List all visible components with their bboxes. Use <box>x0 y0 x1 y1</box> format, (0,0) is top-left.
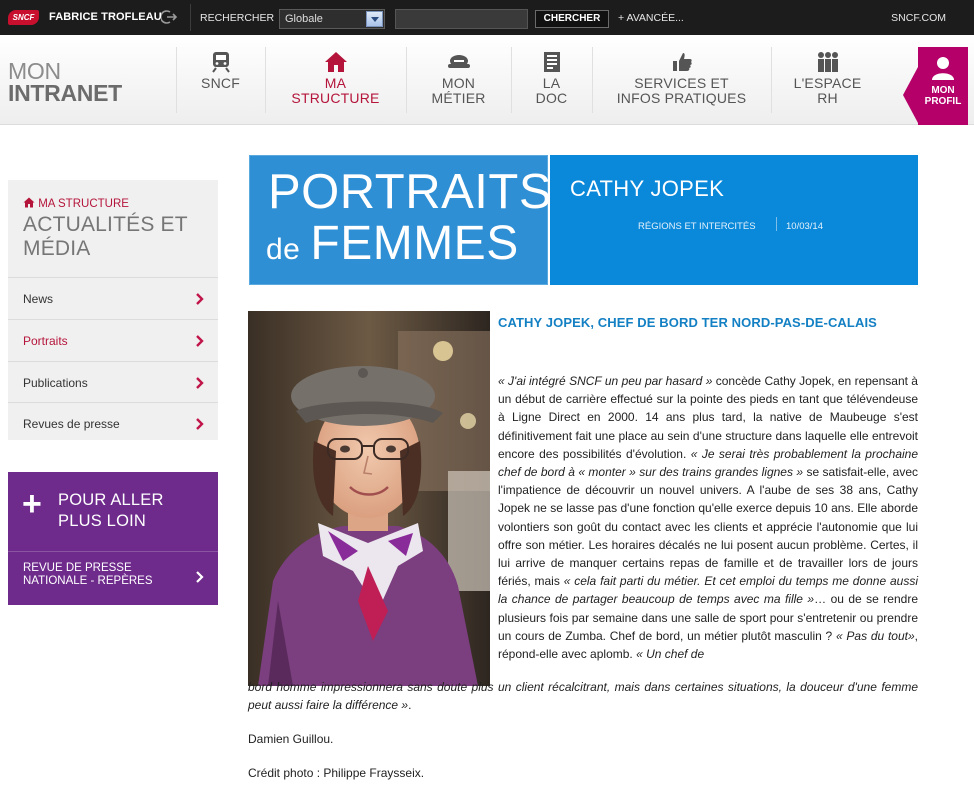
nav-label: L'ESPACE <box>793 75 862 91</box>
search-label: RECHERCHER <box>200 12 275 24</box>
home-icon <box>23 197 35 208</box>
nav-item-mon-metier[interactable]: MON MÉTIER <box>406 47 510 113</box>
sidebar-item-news[interactable]: News <box>8 277 218 319</box>
banner-title-small: de <box>266 233 301 266</box>
promo-title: POUR ALLER PLUS LOIN <box>58 490 164 532</box>
nav-label-2: MÉTIER <box>431 90 486 106</box>
user-name[interactable]: FABRICE TROFLEAU <box>49 11 162 23</box>
section-title-line-2: MÉDIA <box>23 237 91 260</box>
chevron-down-icon[interactable] <box>366 11 383 27</box>
section-title-line-1: ACTUALITÉS ET <box>23 213 188 236</box>
sidebar-item-publications[interactable]: Publications <box>8 361 218 403</box>
article-paragraph: « J'ai intégré SNCF un peu par hasard » … <box>498 372 918 663</box>
train-icon <box>211 52 230 73</box>
nav-item-la-doc[interactable]: LA DOC <box>511 47 591 113</box>
sncf-logo[interactable]: SNCF <box>8 10 39 25</box>
article-person-name: CATHY JOPEK <box>570 176 725 201</box>
search-scope-select[interactable]: Globale <box>279 9 385 29</box>
promo-title-line-1: POUR ALLER <box>58 491 164 509</box>
sidebar-item-portraits[interactable]: Portraits <box>8 319 218 361</box>
promo-link-line-2: NATIONALE - REPÈRES <box>23 575 153 587</box>
divider <box>190 4 191 31</box>
main-nav: MON INTRANET SNCF MA STRUCTURE MON MÉTIE… <box>0 35 974 125</box>
brand-line-2: INTRANET <box>8 80 122 106</box>
article-body-continued: bord homme impressionnera sans doute plu… <box>248 678 918 714</box>
promo-title-line-2: PLUS LOIN <box>58 512 146 530</box>
nav-label: LA <box>542 75 561 91</box>
body-text: . <box>408 698 412 713</box>
logout-icon[interactable] <box>161 8 177 26</box>
portraits-banner: PORTRAITS de FEMMES <box>249 155 552 285</box>
banner-title-line-2: de FEMMES <box>266 218 519 276</box>
divider <box>776 217 777 231</box>
search-button[interactable]: CHERCHER <box>535 10 609 28</box>
home-icon <box>324 52 347 72</box>
sncf-com-link[interactable]: SNCF.COM <box>891 12 946 24</box>
sidebar-item-revues[interactable]: Revues de presse <box>8 402 218 444</box>
photo-credit: Crédit photo : Philippe Fraysseix. <box>248 766 425 780</box>
cap-icon <box>447 55 470 68</box>
top-bar: SNCF FABRICE TROFLEAU RECHERCHER Globale… <box>0 0 974 35</box>
profile-button[interactable]: MON PROFIL <box>918 47 968 125</box>
nav-item-services[interactable]: SERVICES ET INFOS PRATIQUES <box>592 47 770 113</box>
promo-link-line-1: REVUE DE PRESSE <box>23 562 132 574</box>
search-input[interactable] <box>395 9 528 29</box>
quote: bord homme impressionnera sans doute plu… <box>248 680 918 713</box>
nav-label-2: STRUCTURE <box>291 90 380 106</box>
chevron-right-icon <box>196 293 204 305</box>
quote: « Pas du tout» <box>835 628 915 643</box>
thumbs-up-icon <box>672 53 692 71</box>
chevron-right-icon <box>196 377 204 389</box>
article-author: Damien Guillou. <box>248 732 334 746</box>
breadcrumb[interactable]: MA STRUCTURE <box>23 197 129 210</box>
article-date: 10/03/14 <box>786 221 823 232</box>
banner-title-line-1: PORTRAITS <box>268 165 553 219</box>
nav-label: MA <box>324 75 347 91</box>
sidebar-item-label: News <box>23 292 54 306</box>
profile-tab-notch <box>903 67 918 123</box>
breadcrumb-label: MA STRUCTURE <box>38 198 129 210</box>
article-body: « J'ai intégré SNCF un peu par hasard » … <box>498 372 918 663</box>
sidebar-item-label: Portraits <box>23 334 68 348</box>
sidebar-item-label: Publications <box>23 376 88 390</box>
brand-line-1: MON <box>8 58 61 84</box>
profile-label-1: MON <box>931 85 955 96</box>
promo-box: + POUR ALLER PLUS LOIN REVUE DE PRESSE N… <box>8 472 218 605</box>
nav-item-espace-rh[interactable]: L'ESPACE RH <box>771 47 883 113</box>
portrait-photo <box>248 311 490 686</box>
quote: « Un chef de <box>636 647 705 662</box>
search-scope-value: Globale <box>285 13 323 25</box>
nav-label-2: DOC <box>535 90 568 106</box>
nav-item-sncf[interactable]: SNCF <box>176 47 264 113</box>
profile-label-2: PROFIL <box>924 96 962 107</box>
nav-item-ma-structure[interactable]: MA STRUCTURE <box>265 47 405 113</box>
quote: « J'ai intégré SNCF un peu par hasard » <box>498 374 713 388</box>
chevron-right-icon <box>196 418 204 430</box>
nav-label: SERVICES ET <box>634 75 729 91</box>
advanced-search-link[interactable]: + AVANCÉE... <box>618 12 684 24</box>
body-text: se satisfait-elle, avec l'impatience de … <box>498 465 918 589</box>
promo-link-revue-de-presse[interactable]: REVUE DE PRESSE NATIONALE - REPÈRES <box>8 551 218 605</box>
user-icon <box>932 57 954 80</box>
section-title: ACTUALITÉS ET MÉDIA <box>23 213 188 261</box>
nav-label: SNCF <box>201 75 240 91</box>
article-header: CATHY JOPEK RÉGIONS ET INTERCITÉS 10/03/… <box>550 155 918 285</box>
people-icon <box>817 52 838 72</box>
sidebar-item-label: Revues de presse <box>23 417 120 431</box>
page: SNCF FABRICE TROFLEAU RECHERCHER Globale… <box>0 0 974 796</box>
article-category[interactable]: RÉGIONS ET INTERCITÉS <box>638 221 756 232</box>
site-brand[interactable]: MON INTRANET <box>8 58 122 106</box>
nav-label-2: INFOS PRATIQUES <box>616 90 747 106</box>
chevron-right-icon <box>196 571 204 583</box>
document-icon <box>543 52 560 72</box>
article-title: CATHY JOPEK, CHEF DE BORD TER NORD-PAS-D… <box>498 315 877 330</box>
nav-label-2: RH <box>817 90 838 106</box>
plus-icon: + <box>22 485 42 523</box>
nav-label: MON <box>441 75 476 91</box>
chevron-right-icon <box>196 335 204 347</box>
banner-title-big: FEMMES <box>310 217 519 270</box>
section-sidebar: MA STRUCTURE ACTUALITÉS ET MÉDIA News Po… <box>8 180 218 440</box>
